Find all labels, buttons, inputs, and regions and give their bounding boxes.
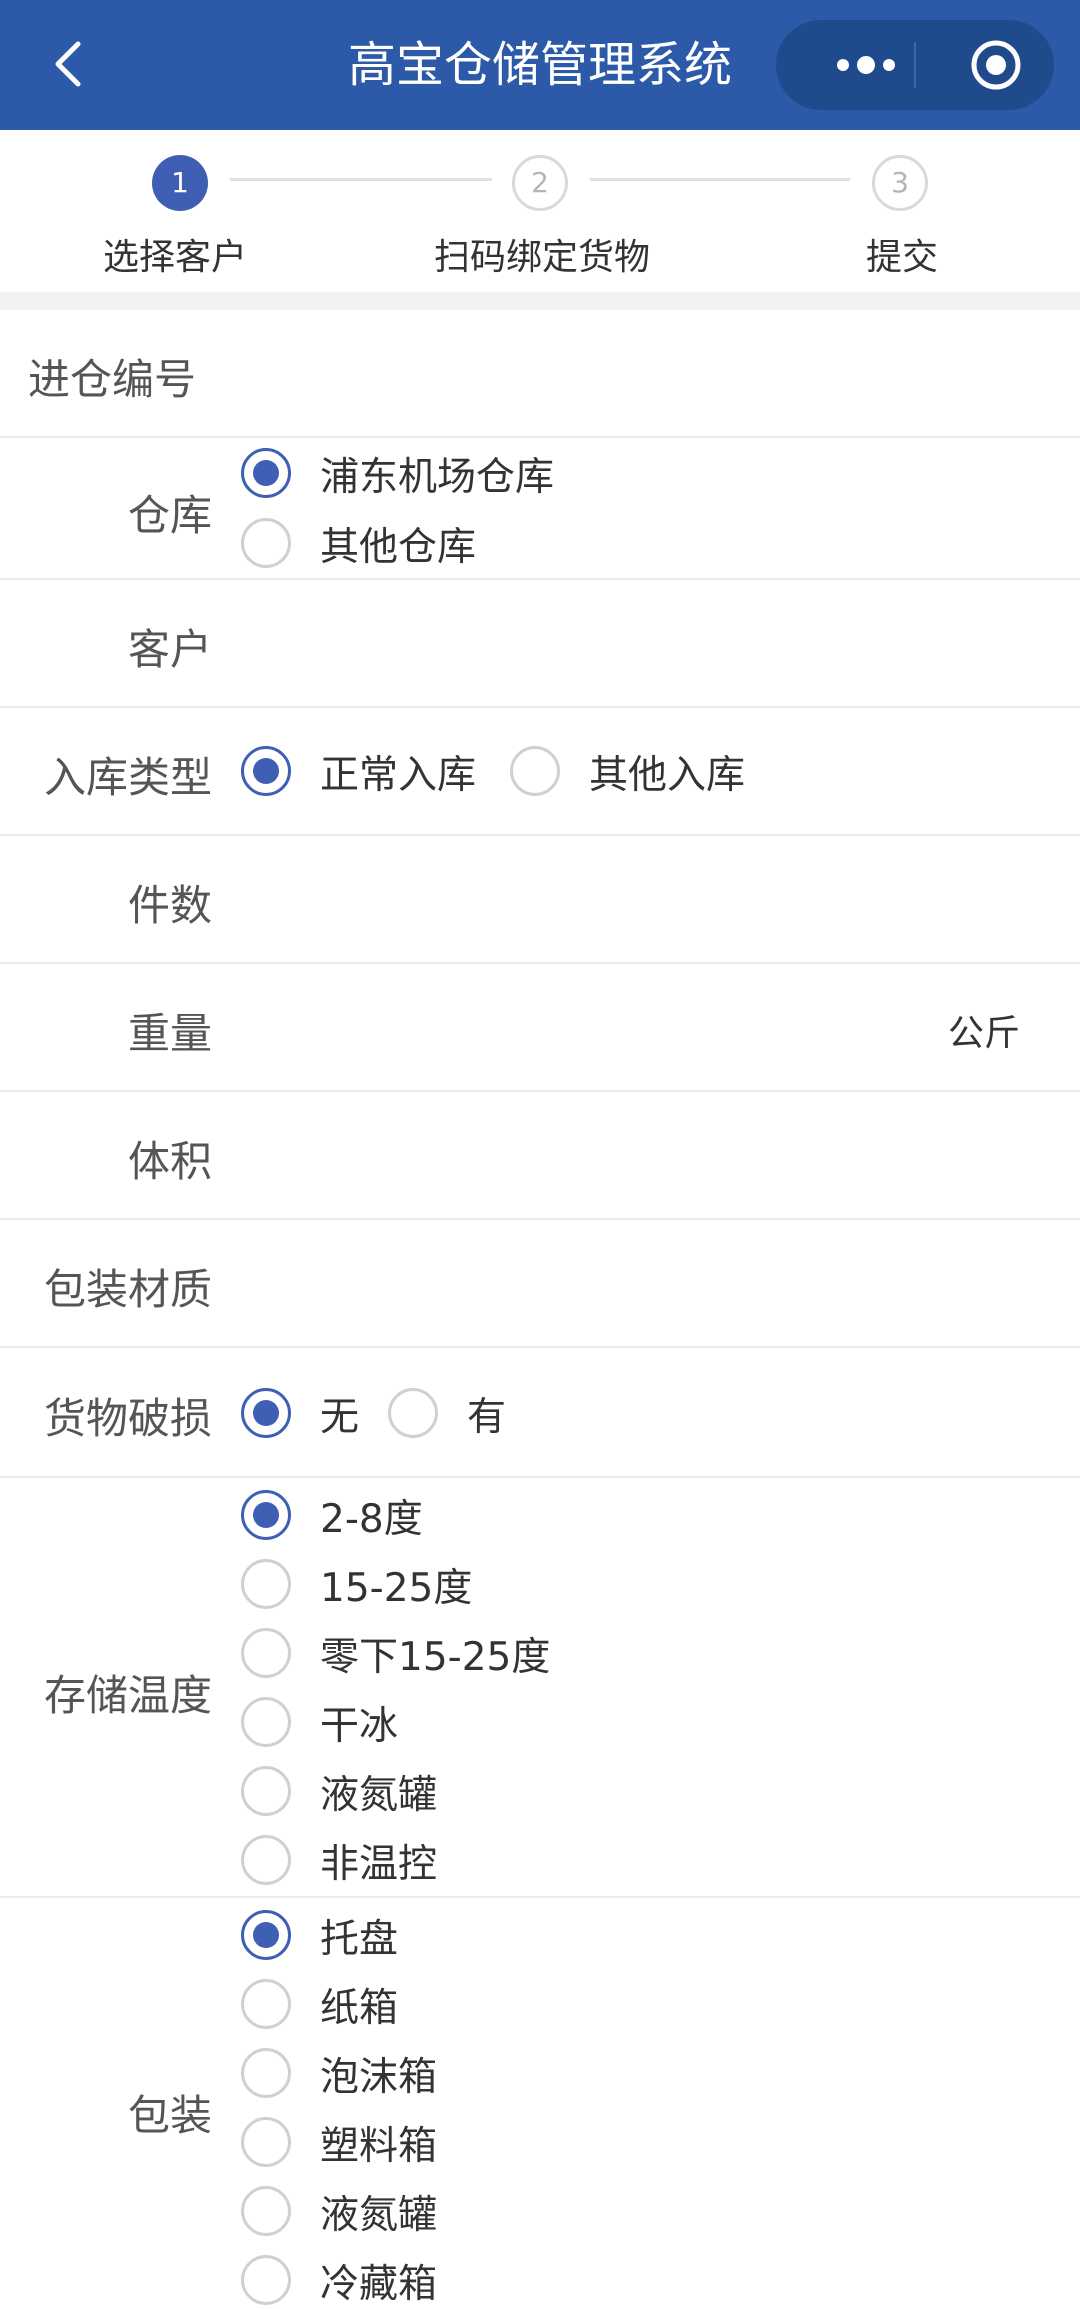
storage-temp-radio[interactable] xyxy=(241,1766,291,1816)
customer-row[interactable]: 客户 xyxy=(0,580,1080,708)
packaging-radio[interactable] xyxy=(241,2048,291,2098)
weight-label: 重量 xyxy=(127,1009,212,1058)
damage-radio-none[interactable] xyxy=(241,1388,291,1438)
storage-temp-option[interactable]: 2-8度 xyxy=(320,1488,423,1544)
more-icon[interactable] xyxy=(816,20,916,110)
step-connector xyxy=(590,178,850,181)
packing-material-row[interactable]: 包装材质 xyxy=(0,1220,1080,1348)
warehouse-radio-1[interactable] xyxy=(241,448,291,498)
volume-row[interactable]: 体积 xyxy=(0,1092,1080,1220)
damage-row: 货物破损 无 有 xyxy=(0,1348,1080,1478)
damage-label: 货物破损 xyxy=(43,1394,212,1443)
storage-temp-option[interactable]: 液氮罐 xyxy=(320,1764,437,1820)
damage-radio-yes[interactable] xyxy=(388,1388,438,1438)
mini-program-capsule xyxy=(776,20,1054,110)
packing-material-label: 包装材质 xyxy=(43,1265,212,1314)
storage-temp-row: 存储温度 2-8度 15-25度 零下15-25度 干冰 液氮罐 非温控 xyxy=(0,1478,1080,1898)
inbound-type-option[interactable]: 其他入库 xyxy=(589,744,745,800)
packaging-option[interactable]: 液氮罐 xyxy=(320,2184,437,2240)
weight-unit: 公斤 xyxy=(947,1013,1020,1054)
storage-temp-radio[interactable] xyxy=(241,1628,291,1678)
step-2-circle: 2 xyxy=(512,155,568,211)
inbound-type-label: 入库类型 xyxy=(43,753,212,802)
storage-temp-option[interactable]: 非温控 xyxy=(320,1833,437,1889)
storage-temp-radio[interactable] xyxy=(241,1559,291,1609)
weight-row[interactable]: 重量 公斤 xyxy=(0,964,1080,1092)
packaging-row: 包装 托盘 纸箱 泡沫箱 塑料箱 液氮罐 冷藏箱 xyxy=(0,1898,1080,2307)
packaging-option[interactable]: 塑料箱 xyxy=(320,2115,437,2171)
packaging-radio[interactable] xyxy=(241,1910,291,1960)
pieces-label: 件数 xyxy=(127,881,212,930)
nav-bar: 高宝仓储管理系统 xyxy=(0,0,1080,130)
packaging-radio[interactable] xyxy=(241,2117,291,2167)
warehouse-option[interactable]: 浦东机场仓库 xyxy=(320,446,554,502)
packaging-radio[interactable] xyxy=(241,1979,291,2029)
entry-number-label: 进仓编号 xyxy=(28,355,197,404)
storage-temp-option[interactable]: 干冰 xyxy=(320,1695,398,1751)
packaging-label: 包装 xyxy=(127,2091,212,2140)
pieces-row[interactable]: 件数 xyxy=(0,836,1080,964)
packaging-option[interactable]: 泡沫箱 xyxy=(320,2046,437,2102)
packaging-radio[interactable] xyxy=(241,2186,291,2236)
section-divider xyxy=(0,292,1080,310)
inbound-type-radio-1[interactable] xyxy=(241,746,291,796)
capsule-divider xyxy=(914,42,916,88)
packaging-option[interactable]: 托盘 xyxy=(320,1908,398,1964)
packaging-radio[interactable] xyxy=(241,2255,291,2305)
packaging-option[interactable]: 冷藏箱 xyxy=(320,2253,437,2309)
storage-temp-option[interactable]: 零下15-25度 xyxy=(320,1626,550,1682)
warehouse-row: 仓库 浦东机场仓库 其他仓库 xyxy=(0,438,1080,580)
storage-temp-radio[interactable] xyxy=(241,1697,291,1747)
step-3-circle: 3 xyxy=(872,155,928,211)
customer-label: 客户 xyxy=(127,625,212,674)
step-2-label: 扫码绑定货物 xyxy=(434,237,651,278)
step-1-circle: 1 xyxy=(152,155,208,211)
step-connector xyxy=(230,178,492,181)
storage-temp-option[interactable]: 15-25度 xyxy=(320,1557,472,1613)
storage-temp-label: 存储温度 xyxy=(43,1671,212,1720)
volume-label: 体积 xyxy=(127,1137,212,1186)
inbound-type-row: 入库类型 正常入库 其他入库 xyxy=(0,708,1080,836)
inbound-type-radio-2[interactable] xyxy=(510,746,560,796)
warehouse-option[interactable]: 其他仓库 xyxy=(320,516,476,572)
warehouse-radio-2[interactable] xyxy=(241,518,291,568)
step-3-label: 提交 xyxy=(866,237,939,278)
packaging-option[interactable]: 纸箱 xyxy=(320,1977,398,2033)
warehouse-label: 仓库 xyxy=(127,491,212,540)
damage-option[interactable]: 无 xyxy=(320,1386,359,1442)
close-target-icon[interactable] xyxy=(954,20,1044,110)
storage-temp-radio[interactable] xyxy=(241,1835,291,1885)
damage-option[interactable]: 有 xyxy=(467,1386,506,1442)
entry-number-row[interactable]: 进仓编号 xyxy=(0,310,1080,438)
step-1-label: 选择客户 xyxy=(103,237,248,278)
storage-temp-radio[interactable] xyxy=(241,1490,291,1540)
inbound-type-option[interactable]: 正常入库 xyxy=(320,744,476,800)
